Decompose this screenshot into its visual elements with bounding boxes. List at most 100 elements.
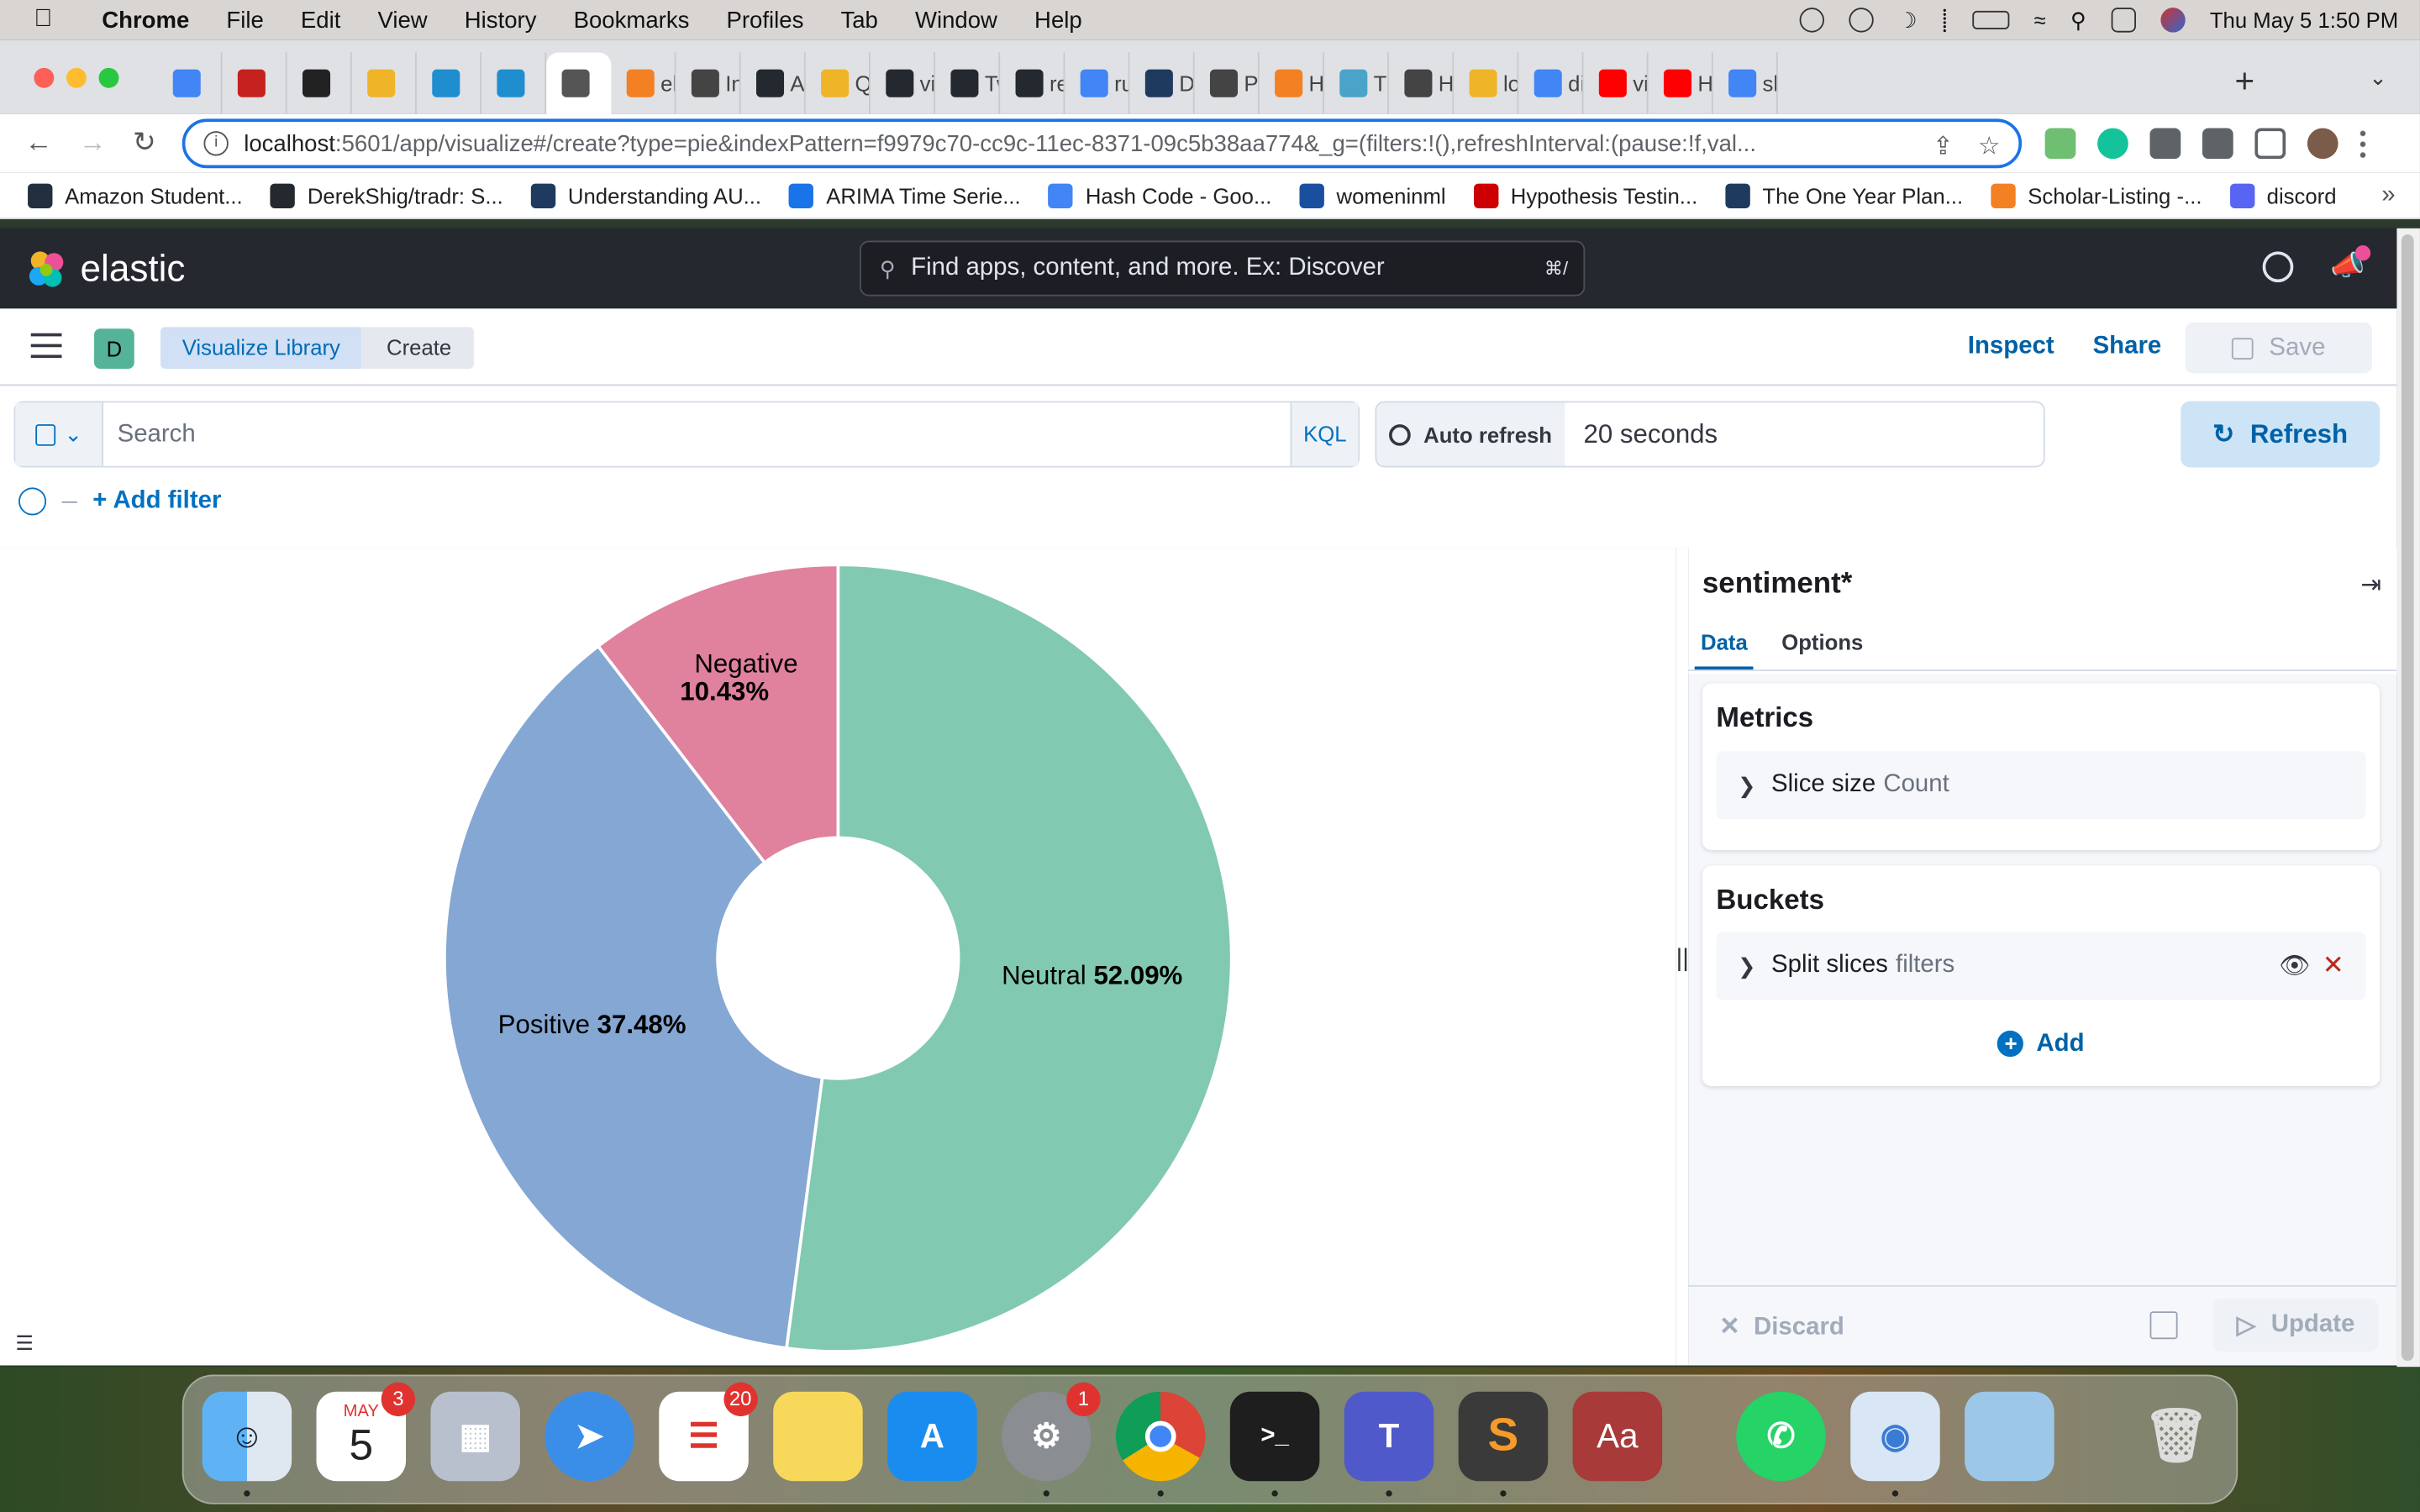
query-input[interactable]: Search xyxy=(103,402,1291,466)
launchpad-icon[interactable]: ▦ xyxy=(430,1391,520,1482)
keynote-icon[interactable]: ◉ xyxy=(1850,1391,1940,1497)
siri-icon[interactable] xyxy=(2160,8,2186,33)
browser-tab[interactable] xyxy=(157,52,223,114)
browser-tab[interactable]: ela xyxy=(611,52,676,114)
minimize-window-button[interactable] xyxy=(66,67,87,88)
safari-icon[interactable]: ➤ xyxy=(544,1391,634,1482)
apple-icon[interactable]:  xyxy=(34,6,61,34)
legend-toggle-icon[interactable]: ☰ xyxy=(15,1331,33,1356)
browser-tab[interactable]: Ho xyxy=(1649,52,1713,114)
browser-tab[interactable]: Hc xyxy=(1260,52,1324,114)
browser-tab[interactable]: re xyxy=(1000,52,1065,114)
browser-tab[interactable] xyxy=(352,52,417,114)
browser-tab[interactable]: ru xyxy=(1065,52,1130,114)
trash-icon[interactable]: 🗑 xyxy=(2131,1392,2221,1482)
menu-app-name[interactable]: Chrome xyxy=(102,7,189,33)
menu-help[interactable]: Help xyxy=(1034,7,1082,33)
site-info-icon[interactable]: i xyxy=(203,131,229,156)
browser-tab[interactable]: Da xyxy=(1129,52,1195,114)
bookmark-item[interactable]: Scholar-Listing -... xyxy=(1991,182,2202,208)
forward-arrow-icon[interactable]: → xyxy=(79,127,107,160)
bookmark-item[interactable]: DerekShig/tradr: S... xyxy=(270,182,503,208)
browser-tab[interactable]: vir xyxy=(871,52,936,114)
bookmark-item[interactable]: Hypothesis Testin... xyxy=(1473,182,1697,208)
tab-search-chevron-icon[interactable]: ⌄ xyxy=(2369,65,2387,91)
metric-slice-size[interactable]: ❯ Slice size Count xyxy=(1716,751,2366,820)
browser-tab[interactable]: vis xyxy=(1583,52,1649,114)
moon-icon[interactable]: ☽ xyxy=(1898,7,1918,33)
side-panel-icon[interactable] xyxy=(2254,128,2286,160)
browser-tab[interactable]: sh xyxy=(1713,52,1778,114)
reload-icon[interactable]: ↻ xyxy=(133,127,156,160)
finder-icon[interactable]: ☺ xyxy=(202,1391,292,1497)
share-button[interactable]: Share xyxy=(2093,333,2162,361)
browser-tab[interactable]: dis xyxy=(1518,52,1584,114)
menu-tab[interactable]: Tab xyxy=(840,7,877,33)
browser-tab[interactable] xyxy=(546,52,612,114)
extension-icon[interactable] xyxy=(2044,128,2076,160)
browser-tab[interactable]: Th xyxy=(1324,52,1390,114)
bookmark-item[interactable]: Amazon Student... xyxy=(28,182,243,208)
vpn-icon[interactable] xyxy=(1799,8,1824,33)
bookmark-item[interactable]: ARIMA Time Serie... xyxy=(789,182,1021,208)
browser-tab[interactable]: Tw xyxy=(935,52,1001,114)
help-icon[interactable] xyxy=(2262,251,2294,283)
auto-refresh-toggle[interactable]: Auto refresh xyxy=(1376,402,1565,466)
pie-slice-neutral[interactable] xyxy=(784,563,1234,1353)
bookmarks-overflow-icon[interactable]: » xyxy=(2381,181,2395,209)
spotlight-icon[interactable]: ⚲ xyxy=(2070,7,2086,33)
bucket-split-slices[interactable]: ❯ Split slices filters 👁 ✕ xyxy=(1716,932,2366,1000)
notes-icon[interactable] xyxy=(773,1391,863,1482)
browser-tab[interactable]: In: xyxy=(676,52,741,114)
bookmark-item[interactable]: The One Year Plan... xyxy=(1725,182,1963,208)
terminal-icon[interactable]: >_ xyxy=(1229,1391,1320,1497)
filter-options-icon[interactable] xyxy=(18,487,47,516)
chrome-icon[interactable] xyxy=(1115,1391,1206,1497)
eye-icon[interactable]: 👁 xyxy=(2279,950,2310,981)
bookmark-star-icon[interactable]: ☆ xyxy=(1978,131,2000,162)
save-button[interactable]: Save xyxy=(2185,322,2373,374)
auto-refresh-picker[interactable]: Auto refresh 20 seconds xyxy=(1375,401,2045,468)
grammarly-icon[interactable] xyxy=(2097,128,2128,160)
chevron-right-icon[interactable]: ❯ xyxy=(1738,772,1756,798)
page-scrollbar[interactable] xyxy=(2396,228,2420,1368)
add-filter-button[interactable]: + Add filter xyxy=(92,487,221,515)
space-avatar[interactable]: D xyxy=(94,328,134,369)
saved-query-button[interactable]: ⌄ xyxy=(15,402,104,466)
browser-tab[interactable] xyxy=(222,52,287,114)
panel-resize-handle[interactable]: || xyxy=(1676,548,1689,1366)
whatsapp-icon[interactable]: ✆ xyxy=(1736,1391,1826,1482)
profile-avatar[interactable] xyxy=(2307,128,2338,160)
bluetooth-icon[interactable]: ⸽ xyxy=(1942,5,1948,34)
bookmark-item[interactable]: Understanding AU... xyxy=(530,182,761,208)
inspect-button[interactable]: Inspect xyxy=(1968,333,2054,361)
bookmark-item[interactable]: discord xyxy=(2229,182,2337,208)
refresh-button[interactable]: ↻ Refresh xyxy=(2181,401,2381,468)
dictionary-icon[interactable]: Aa xyxy=(1572,1391,1663,1482)
menu-window[interactable]: Window xyxy=(915,7,997,33)
browser-tab[interactable]: Py xyxy=(1195,52,1260,114)
play-icon[interactable] xyxy=(1848,8,1874,33)
address-bar[interactable]: i localhost:5601/app/visualize#/create?t… xyxy=(182,118,2023,169)
browser-tab[interactable] xyxy=(287,52,352,114)
menu-toggle-icon[interactable] xyxy=(30,333,62,366)
teams-icon[interactable]: T xyxy=(1344,1391,1434,1497)
system-preferences-icon[interactable]: ⚙ 1 xyxy=(1002,1382,1101,1497)
elastic-logo[interactable]: elastic xyxy=(24,249,185,291)
browser-tab[interactable]: Qu xyxy=(806,52,871,114)
sublime-text-icon[interactable]: S xyxy=(1458,1391,1549,1497)
clock[interactable]: Thu May 5 1:50 PM xyxy=(2210,8,2398,32)
new-tab-button[interactable]: + xyxy=(2235,61,2255,102)
media-icon[interactable] xyxy=(2202,128,2233,160)
browser-tab[interactable] xyxy=(481,52,547,114)
newsfeed-icon[interactable]: 📣 xyxy=(2330,245,2371,283)
collapse-sidebar-icon[interactable]: ⇥ xyxy=(2360,570,2381,601)
add-bucket-button[interactable]: + Add xyxy=(1702,1030,2380,1058)
menu-file[interactable]: File xyxy=(226,7,263,33)
auto-apply-toggle-icon[interactable] xyxy=(2149,1311,2178,1340)
bookmark-item[interactable]: womeninml xyxy=(1299,182,1446,208)
app-store-icon[interactable]: A xyxy=(887,1391,977,1482)
kql-language-button[interactable]: KQL xyxy=(1290,402,1359,466)
menu-history[interactable]: History xyxy=(465,7,537,33)
bookmark-item[interactable]: Hash Code - Goo... xyxy=(1048,182,1271,208)
